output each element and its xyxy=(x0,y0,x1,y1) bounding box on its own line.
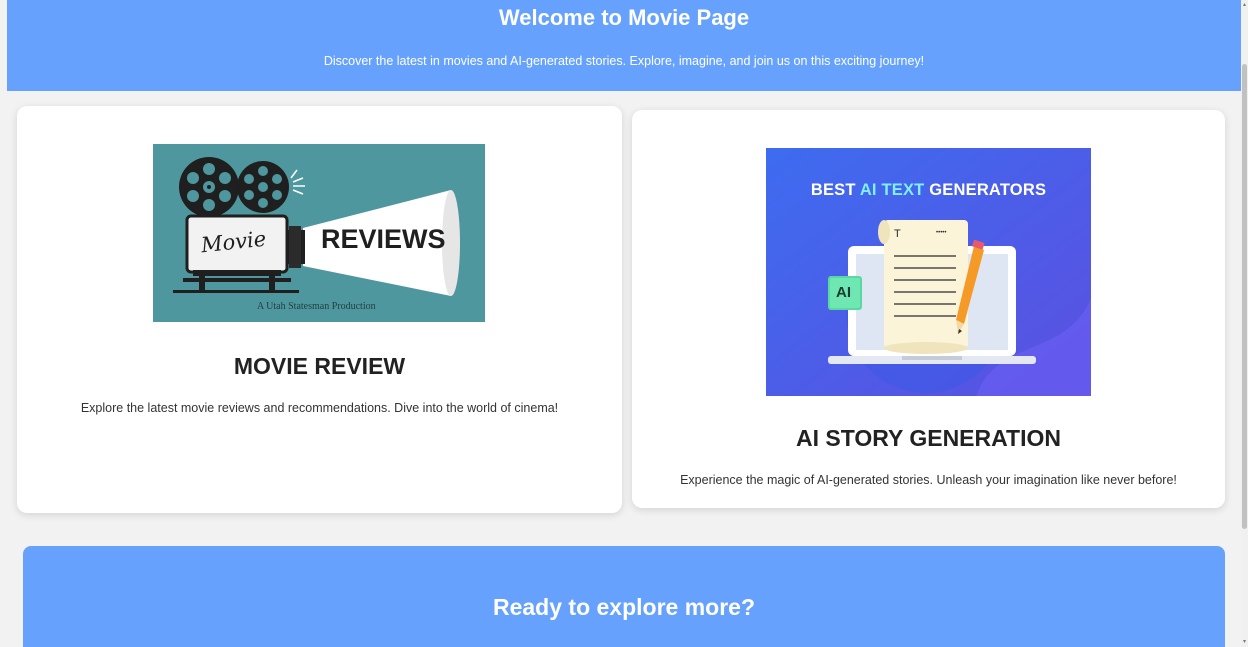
headline-end: GENERATORS xyxy=(924,181,1047,199)
ai-story-description: Experience the magic of AI-generated sto… xyxy=(680,473,1177,487)
headline-start: BEST xyxy=(810,181,860,199)
ai-story-card[interactable]: BEST AI TEXT GENERATORS AI T ••••• AI ST… xyxy=(632,110,1225,508)
ai-image-headline: BEST AI TEXT GENERATORS xyxy=(766,181,1091,200)
cta-section: Ready to explore more? xyxy=(23,546,1225,647)
hero-banner: Welcome to Movie Page Discover the lates… xyxy=(7,0,1241,91)
movie-review-description: Explore the latest movie reviews and rec… xyxy=(80,401,559,415)
scroll-up-arrow-icon[interactable]: ▴ xyxy=(1242,2,1247,8)
reviews-word: REVIEWS xyxy=(321,224,446,254)
scroll-thumb[interactable] xyxy=(1242,64,1247,529)
hero-title: Welcome to Movie Page xyxy=(498,5,750,30)
page: Welcome to Movie Page Discover the lates… xyxy=(0,0,1248,647)
doc-dots: ••••• xyxy=(936,230,947,236)
film-reel-icon xyxy=(179,157,239,217)
headline-accent: AI TEXT xyxy=(859,181,925,199)
film-reel-icon xyxy=(237,161,289,213)
movie-review-card[interactable]: Movie REVIEWS A Utah Statesman Productio… xyxy=(17,106,622,513)
ai-text-generators-image: BEST AI TEXT GENERATORS AI T ••••• xyxy=(766,148,1091,396)
scroll-down-arrow-icon[interactable]: ▾ xyxy=(1242,639,1247,645)
movie-reviews-image: Movie REVIEWS A Utah Statesman Productio… xyxy=(153,144,485,322)
movie-review-title: MOVIE REVIEW xyxy=(233,353,406,379)
hero-subtitle: Discover the latest in movies and AI-gen… xyxy=(323,54,925,68)
vertical-scrollbar[interactable]: ▴ ▾ xyxy=(1241,0,1248,647)
ai-story-title: AI STORY GENERATION xyxy=(796,425,1061,451)
doc-letter: T xyxy=(894,228,901,240)
ai-badge: AI xyxy=(836,284,851,301)
cta-title: Ready to explore more? xyxy=(492,594,756,620)
production-caption: A Utah Statesman Production xyxy=(257,301,376,312)
